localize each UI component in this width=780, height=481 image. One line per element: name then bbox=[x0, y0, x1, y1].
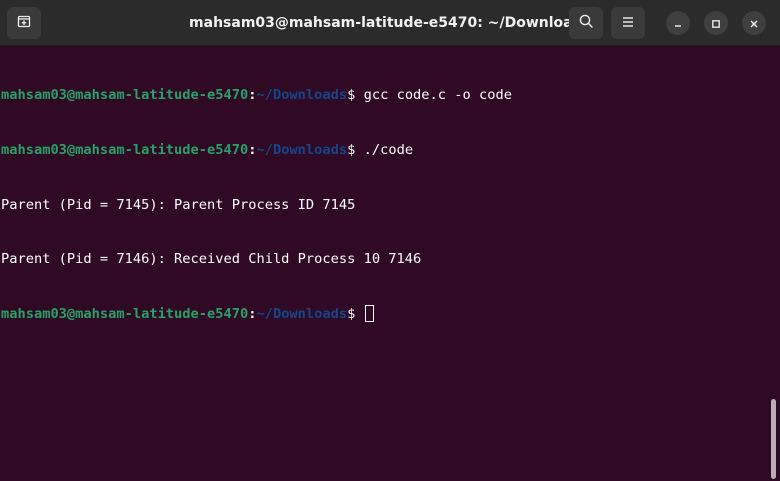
prompt-path: ~/Downloads bbox=[256, 87, 348, 104]
new-tab-icon bbox=[16, 13, 32, 33]
prompt-user: mahsam03@mahsam-latitude-e5470 bbox=[1, 142, 249, 158]
prompt-user: mahsam03@mahsam-latitude-e5470 bbox=[1, 305, 249, 322]
minimize-button[interactable] bbox=[666, 11, 690, 35]
command-text: gcc code.c -o code bbox=[355, 87, 512, 104]
new-tab-button[interactable] bbox=[7, 7, 41, 39]
scrollbar-thumb[interactable] bbox=[771, 399, 776, 479]
terminal-line: Parent (Pid = 7146): Received Child Proc… bbox=[1, 250, 768, 268]
prompt-user: mahsam03@mahsam-latitude-e5470 bbox=[1, 87, 249, 104]
maximize-icon bbox=[711, 14, 721, 33]
minimize-icon bbox=[673, 14, 683, 33]
terminal-window: mahsam03@mahsam-latitude-e5470: ~/Downlo… bbox=[0, 0, 780, 481]
terminal-output[interactable]: mahsam03@mahsam-latitude-e5470:~/Downloa… bbox=[0, 47, 768, 481]
command-text bbox=[355, 306, 363, 322]
close-button[interactable] bbox=[742, 11, 766, 35]
prompt-path: ~/Downloads bbox=[256, 142, 348, 158]
scrollbar[interactable] bbox=[768, 47, 780, 481]
command-text: ./code bbox=[355, 142, 414, 158]
maximize-button[interactable] bbox=[704, 11, 728, 35]
terminal-line: mahsam03@mahsam-latitude-e5470:~/Downloa… bbox=[1, 141, 768, 159]
search-icon bbox=[578, 13, 594, 33]
prompt-path: ~/Downloads bbox=[256, 305, 348, 322]
terminal-line: mahsam03@mahsam-latitude-e5470:~/Downloa… bbox=[1, 304, 768, 323]
search-button[interactable] bbox=[569, 7, 603, 39]
terminal-line: mahsam03@mahsam-latitude-e5470:~/Downloa… bbox=[1, 86, 768, 104]
terminal-line: Parent (Pid = 7145): Parent Process ID 7… bbox=[1, 196, 768, 214]
menu-button[interactable] bbox=[611, 7, 645, 39]
text-cursor bbox=[364, 304, 374, 322]
hamburger-menu-icon bbox=[621, 14, 635, 33]
title-bar: mahsam03@mahsam-latitude-e5470: ~/Downlo… bbox=[0, 0, 780, 46]
output-text: Parent (Pid = 7145): Parent Process ID 7… bbox=[1, 196, 356, 213]
window-title: mahsam03@mahsam-latitude-e5470: ~/Downlo… bbox=[189, 15, 591, 31]
output-text: Parent (Pid = 7146): Received Child Proc… bbox=[1, 251, 422, 268]
close-icon bbox=[749, 14, 759, 33]
